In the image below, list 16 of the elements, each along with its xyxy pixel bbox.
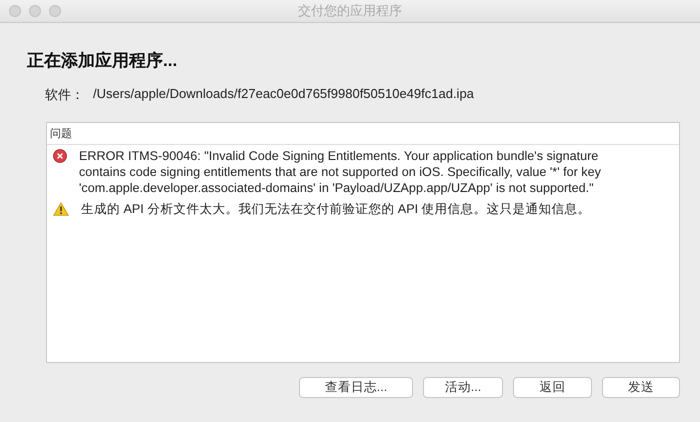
window-title: 交付您的应用程序 — [298, 2, 402, 20]
dialog-button[interactable]: 活动... — [423, 377, 503, 398]
minimize-button[interactable] — [29, 5, 41, 17]
dialog-button[interactable]: 返回 — [513, 377, 592, 398]
software-label: 软件： — [45, 86, 85, 104]
dialog-button[interactable]: 发送 — [602, 377, 680, 398]
issue-message: ERROR ITMS-90046: "Invalid Code Signing Entitlements. Your application bundle's signature contains code signing entitlements that are not supported on iOS. Specifically, value '*' for key 'com.apple.developer.associated-domains' in 'Payload/UZApp.app/UZApp' is not supported." — [79, 148, 602, 196]
heading: 正在添加应用程序... — [27, 50, 178, 72]
error-icon — [53, 149, 67, 163]
file-path: /Users/apple/Downloads/f27eac0e0d765f9980f50510e49fc1ad.ipa — [93, 86, 474, 103]
issue-message: 生成的 API 分析文件太大。我们无法在交付前验证您的 API 使用信息。这只是通知信息。 — [81, 201, 591, 217]
close-button[interactable] — [9, 5, 21, 17]
warning-icon — [53, 202, 69, 216]
zoom-button[interactable] — [49, 5, 61, 17]
column-header: 问题 — [47, 123, 679, 145]
dialog-button[interactable]: 查看日志... — [299, 377, 413, 398]
